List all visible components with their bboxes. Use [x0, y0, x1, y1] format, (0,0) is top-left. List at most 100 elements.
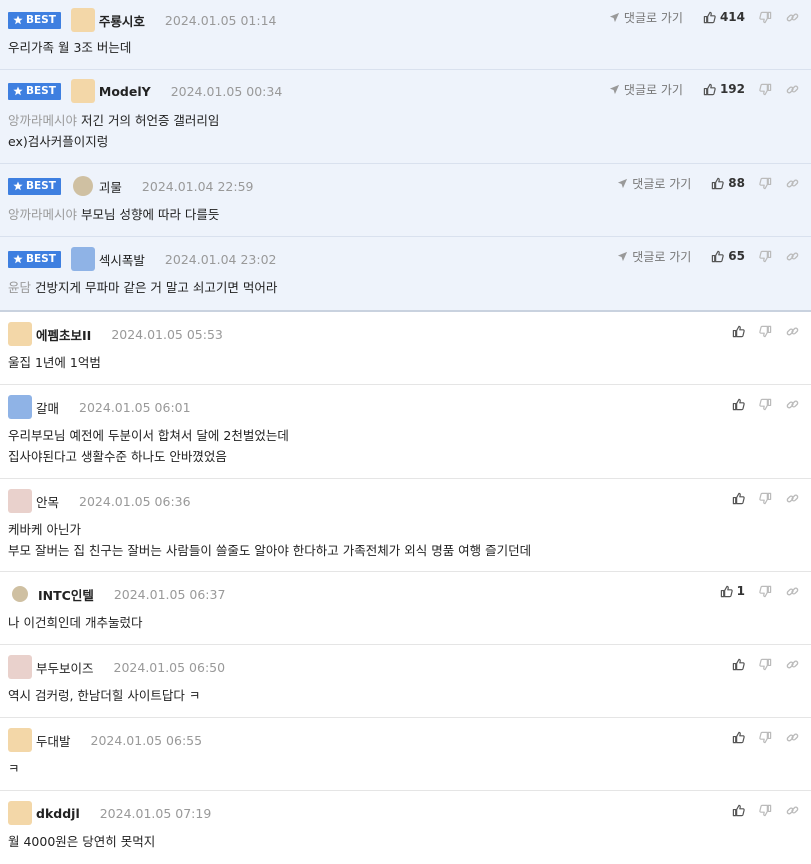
copy-link-button[interactable]: [786, 177, 799, 190]
goto-reply-button[interactable]: 댓글로 가기: [609, 81, 683, 98]
star-icon: [13, 181, 23, 191]
thumbs-up-icon: [732, 731, 745, 743]
nickname[interactable]: 괴물: [99, 177, 122, 196]
avatar[interactable]: [70, 79, 95, 103]
avatar[interactable]: [8, 322, 32, 346]
nickname[interactable]: dkddjl: [36, 806, 80, 821]
best-badge: BEST: [8, 250, 61, 268]
best-badge: BEST: [8, 82, 61, 100]
avatar[interactable]: [72, 176, 93, 196]
timestamp: 2024.01.04 22:59: [141, 178, 254, 194]
copy-link-button[interactable]: [786, 492, 799, 505]
comment-actions: [732, 396, 799, 412]
link-icon: [786, 806, 799, 814]
timestamp: 2024.01.05 05:53: [111, 326, 223, 342]
copy-link-button[interactable]: [786, 83, 799, 96]
nickname[interactable]: 섹시폭발: [99, 250, 145, 269]
thumbs-up-icon: [712, 250, 725, 262]
thumbs-down-icon: [759, 398, 772, 410]
nickname[interactable]: 부두보이즈: [36, 658, 94, 677]
nickname[interactable]: INTC인텔: [38, 585, 94, 604]
goto-reply-label: 댓글로 가기: [623, 10, 683, 25]
nickname[interactable]: 주룡시호: [99, 11, 145, 30]
copy-link-button[interactable]: [786, 325, 799, 338]
upvote-button[interactable]: 192: [703, 82, 745, 96]
upvote-button[interactable]: [732, 731, 745, 744]
downvote-button[interactable]: [759, 731, 772, 744]
link-icon: [786, 660, 799, 668]
comment-line: 우리가족 월 3조 버는데: [8, 37, 131, 58]
goto-reply-button[interactable]: 댓글로 가기: [617, 248, 691, 265]
downvote-button[interactable]: [759, 83, 772, 96]
upvote-button[interactable]: [732, 325, 745, 338]
nickname[interactable]: 두대발: [36, 731, 71, 750]
avatar[interactable]: [8, 728, 32, 752]
upvote-button[interactable]: 414: [703, 10, 745, 24]
comment-header: INTC인텔 2024.01.05 06:37: [8, 583, 225, 605]
avatar[interactable]: [8, 395, 32, 419]
downvote-button[interactable]: [759, 11, 772, 24]
goto-reply-button[interactable]: 댓글로 가기: [617, 175, 691, 192]
paper-plane-icon: [609, 84, 620, 94]
nickname[interactable]: 안목: [36, 492, 59, 511]
thumbs-down-icon: [759, 177, 772, 189]
upvote-button[interactable]: [732, 492, 745, 505]
nickname[interactable]: 갈매: [36, 398, 59, 417]
upvote-button[interactable]: [732, 804, 745, 817]
upvote-button[interactable]: [732, 658, 745, 671]
link-icon: [786, 494, 799, 502]
downvote-button[interactable]: [759, 492, 772, 505]
thumbs-up-icon: [732, 398, 745, 410]
downvote-button[interactable]: [759, 325, 772, 338]
avatar[interactable]: [8, 655, 32, 679]
thumbs-up-icon: [720, 585, 733, 597]
copy-link-button[interactable]: [786, 804, 799, 817]
comment-text: ex)검사커플이지렁: [8, 134, 109, 149]
downvote-button[interactable]: [759, 804, 772, 817]
star-icon: [13, 254, 23, 264]
reply-target[interactable]: 앙까라메시야: [8, 113, 77, 128]
link-icon: [786, 327, 799, 335]
copy-link-button[interactable]: [786, 658, 799, 671]
copy-link-button[interactable]: [786, 11, 799, 24]
comment-line: 울집 1년에 1억범: [8, 355, 101, 370]
best-comment: BEST 섹시폭발 2024.01.04 23:02 댓글로 가기 65 윤담 건: [0, 237, 811, 310]
timestamp: 2024.01.05 06:01: [79, 399, 191, 415]
comment-line: 케바케 아닌가: [8, 522, 81, 537]
timestamp: 2024.01.05 06:50: [113, 659, 226, 675]
comment-header: BEST ModelY 2024.01.05 00:34: [8, 79, 283, 103]
copy-link-button[interactable]: [786, 250, 799, 263]
thumbs-down-icon: [759, 11, 772, 23]
comment-body: 앙까라메시야 저긴 거의 허언증 갤러리임 ex)검사커플이지렁: [8, 110, 219, 152]
upvote-button[interactable]: [732, 398, 745, 411]
downvote-button[interactable]: [759, 658, 772, 671]
copy-link-button[interactable]: [786, 731, 799, 744]
timestamp: 2024.01.05 00:34: [170, 83, 283, 99]
comment-header: 갈매 2024.01.05 06:01: [8, 395, 191, 419]
comment-actions: [732, 729, 799, 745]
avatar[interactable]: [8, 801, 32, 825]
avatar[interactable]: [70, 8, 95, 32]
avatar[interactable]: [70, 247, 95, 271]
upvote-button[interactable]: 88: [711, 176, 745, 190]
upvote-button[interactable]: 65: [711, 249, 745, 263]
reply-target[interactable]: 윤담: [8, 280, 31, 295]
upvote-button[interactable]: 1: [720, 584, 745, 598]
comment-body: 나 이건희인데 개추눌렀다: [8, 612, 142, 633]
downvote-button[interactable]: [759, 177, 772, 190]
copy-link-button[interactable]: [786, 398, 799, 411]
avatar[interactable]: [8, 489, 32, 513]
nickname[interactable]: ModelY: [99, 84, 151, 99]
downvote-button[interactable]: [759, 250, 772, 263]
comment: 에펨초보II 2024.01.05 05:53 울집 1년에 1억범: [0, 312, 811, 385]
comment-body: 울집 1년에 1억범: [8, 352, 101, 373]
copy-link-button[interactable]: [786, 585, 799, 598]
avatar[interactable]: [12, 586, 28, 602]
timestamp: 2024.01.05 01:14: [164, 12, 277, 28]
downvote-button[interactable]: [759, 585, 772, 598]
nickname[interactable]: 에펨초보II: [36, 325, 91, 344]
goto-reply-button[interactable]: 댓글로 가기: [609, 9, 683, 26]
reply-target[interactable]: 앙까라메시야: [8, 207, 77, 222]
timestamp: 2024.01.04 23:02: [164, 251, 277, 267]
downvote-button[interactable]: [759, 398, 772, 411]
